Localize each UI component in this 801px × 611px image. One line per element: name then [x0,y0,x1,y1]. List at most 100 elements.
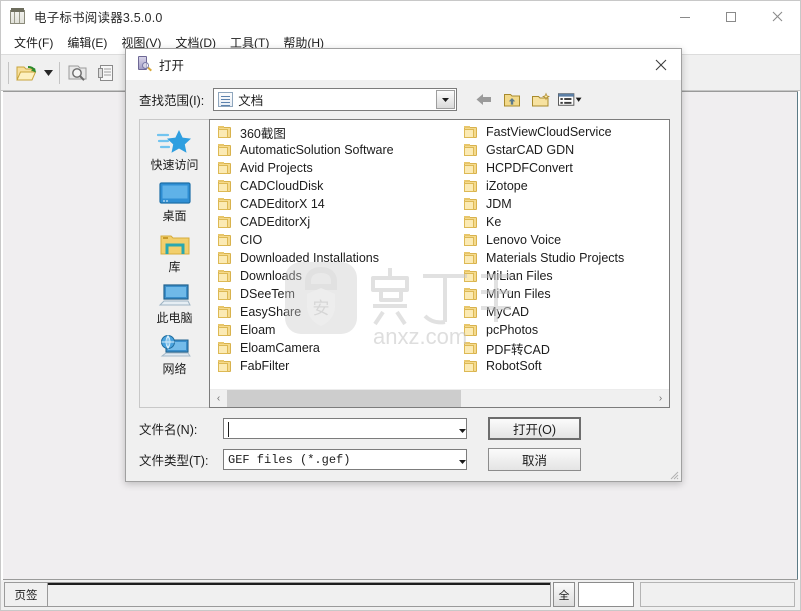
place-desktop[interactable]: 桌面 [142,177,208,224]
status-tab-area[interactable] [48,582,551,607]
list-item[interactable]: CIO [214,231,460,249]
dialog-fields: 文件名(N): 打开(O) 文件类型(T): GEF files (*.gef)… [126,408,681,481]
file-list-columns: 360截图 AutomaticSolution Software Avid Pr… [210,123,669,389]
file-name: CIO [240,233,263,247]
scroll-left-button[interactable]: ‹ [210,390,227,407]
up-one-level-button[interactable] [500,88,524,112]
folder-icon [464,269,479,283]
fit-all-button[interactable]: 全 [553,582,575,607]
place-quick-access[interactable]: 快速访问 [142,126,208,173]
horizontal-scrollbar[interactable]: ‹ › [210,389,669,407]
maximize-button[interactable] [708,1,754,32]
list-item[interactable]: MyCAD [460,303,669,321]
file-name: DSeeTem [240,287,295,301]
list-item[interactable]: Downloads [214,267,460,285]
list-item[interactable]: PDF转CAD [460,339,669,357]
folder-icon [464,143,479,157]
list-item[interactable]: AutomaticSolution Software [214,141,460,159]
list-item[interactable]: GstarCAD GDN [460,141,669,159]
list-item[interactable]: CADCloudDisk [214,177,460,195]
list-item[interactable]: Eloam [214,321,460,339]
scrollbar-track[interactable] [227,390,652,407]
page-setup-button[interactable] [92,59,120,87]
open-dropdown-button[interactable] [41,59,55,87]
desktop-icon [158,177,192,211]
menu-edit[interactable]: 编辑(E) [60,32,114,54]
list-item[interactable]: Materials Studio Projects [460,249,669,267]
list-item[interactable]: CADEditorXj [214,213,460,231]
close-button[interactable] [754,1,800,32]
folder-icon [218,197,233,211]
title-bar: 电子标书阅读器3.5.0.0 [1,1,800,32]
page-tab-label: 页签 [14,589,38,602]
list-item[interactable]: Lenovo Voice [460,231,669,249]
file-name: Ke [486,215,502,229]
folder-icon [464,197,479,211]
look-in-combo[interactable]: 文档 [213,88,458,111]
file-name-dropdown-button[interactable] [459,420,466,438]
folder-icon [218,179,233,193]
list-item[interactable]: DSeeTem [214,285,460,303]
file-name-input[interactable] [223,418,467,439]
file-name: iZotope [486,179,528,193]
back-button[interactable] [471,88,495,112]
place-label: 此电脑 [156,311,193,325]
open-button[interactable]: 打开(O) [488,417,581,440]
list-item[interactable]: iZotope [460,177,669,195]
list-item[interactable]: EasyShare [214,303,460,321]
place-this-pc[interactable]: 此电脑 [142,279,208,326]
list-item[interactable]: pcPhotos [460,321,669,339]
dialog-title-bar: 打开 [126,49,681,80]
folder-icon [464,251,479,265]
file-name: FastViewCloudService [486,125,612,139]
cancel-button[interactable]: 取消 [488,448,581,471]
file-name: FabFilter [240,359,290,373]
print-preview-button[interactable] [64,59,92,87]
folder-icon [218,251,233,265]
list-item[interactable]: MiLian Files [460,267,669,285]
dialog-close-button[interactable] [641,49,681,80]
page-tab-strip[interactable]: 页签 [4,582,48,607]
file-name: Downloaded Installations [240,251,379,265]
folder-icon [464,341,479,355]
dialog-resize-grip[interactable] [667,467,679,480]
list-item[interactable]: Downloaded Installations [214,249,460,267]
open-file-button[interactable] [13,59,41,87]
dialog-body: 快速访问 桌面 库 此电脑 网络 360截图 AutomaticSolution… [126,119,681,408]
menu-file[interactable]: 文件(F) [7,32,60,54]
minimize-button[interactable] [662,1,708,32]
place-libraries[interactable]: 库 [142,228,208,275]
list-item[interactable]: Avid Projects [214,159,460,177]
file-list[interactable]: 360截图 AutomaticSolution Software Avid Pr… [209,119,670,408]
look-in-dropdown-button[interactable] [436,90,456,109]
folder-icon [464,125,479,139]
scroll-right-button[interactable]: › [652,390,669,407]
file-type-dropdown-button[interactable] [459,451,466,469]
list-item[interactable]: JDM [460,195,669,213]
new-folder-icon[interactable] [529,88,553,112]
file-type-combo[interactable]: GEF files (*.gef) [223,449,467,470]
file-name: Lenovo Voice [486,233,562,247]
folder-icon [218,269,233,283]
list-item[interactable]: FabFilter [214,357,460,375]
places-bar: 快速访问 桌面 库 此电脑 网络 [139,119,209,408]
open-file-dialog: 打开 查找范围(I): 文档 快速访问 桌面 库 此电脑 网络 360截图 Au… [125,48,682,482]
list-item[interactable]: HCPDFConvert [460,159,669,177]
folder-icon [464,323,479,337]
scrollbar-thumb[interactable] [227,390,461,407]
text-caret [228,422,229,437]
list-item[interactable]: RobotSoft [460,357,669,375]
file-type-label: 文件类型(T): [139,454,209,468]
page-number-input[interactable] [578,582,634,607]
star-icon [156,126,193,160]
folder-icon [218,161,233,175]
list-item[interactable]: 360截图 [214,123,460,141]
folder-icon [464,287,479,301]
list-item[interactable]: Ke [460,213,669,231]
list-item[interactable]: FastViewCloudService [460,123,669,141]
views-button[interactable] [558,88,582,112]
list-item[interactable]: CADEditorX 14 [214,195,460,213]
place-network[interactable]: 网络 [142,330,208,377]
list-item[interactable]: EloamCamera [214,339,460,357]
list-item[interactable]: MiYun Files [460,285,669,303]
